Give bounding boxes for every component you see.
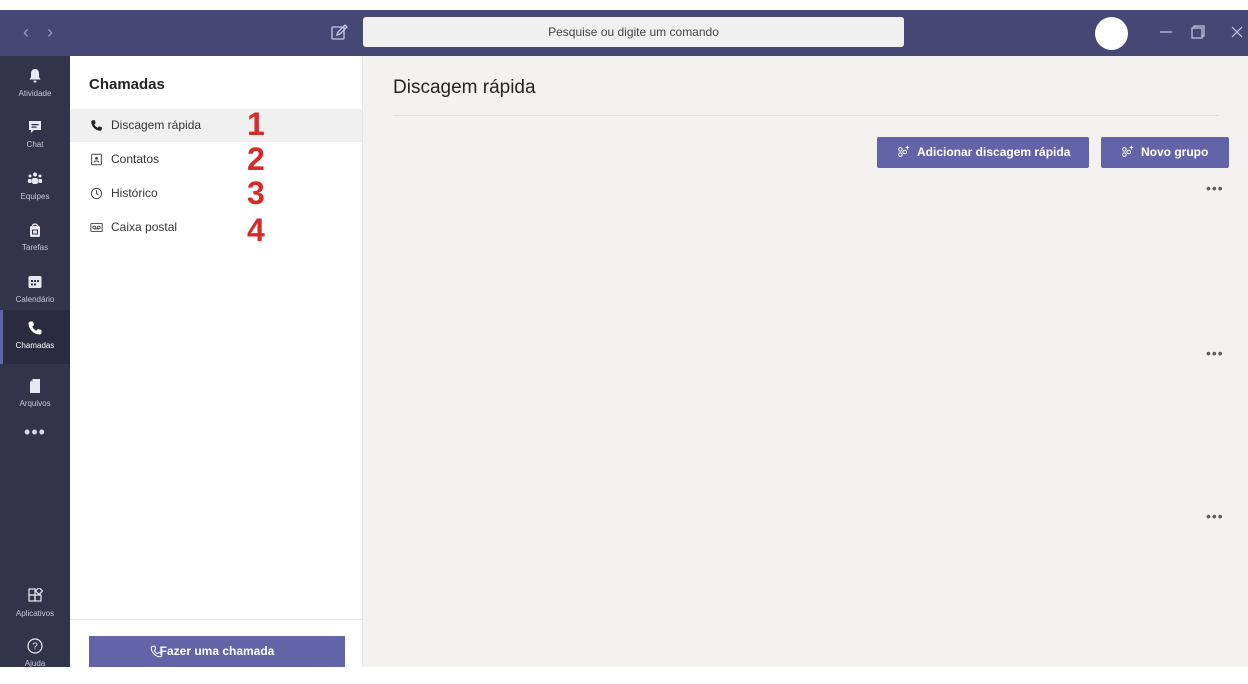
back-arrow-icon[interactable]: ‹ bbox=[18, 22, 34, 42]
calls-panel: Chamadas Discagem rápida Contatos Histór… bbox=[70, 56, 363, 667]
nav-item-contacts[interactable]: Contatos bbox=[70, 143, 362, 176]
add-group-icon bbox=[1122, 145, 1134, 157]
rail-item-files[interactable]: Arquivos bbox=[0, 372, 70, 424]
rail-label: Arquivos bbox=[19, 399, 51, 408]
rail-item-help[interactable]: ? Ajuda bbox=[0, 632, 70, 684]
rail-item-tasks[interactable]: Tarefas bbox=[0, 216, 70, 268]
teams-icon bbox=[27, 172, 43, 184]
rail-label: Aplicativos bbox=[15, 609, 55, 618]
phone-icon bbox=[28, 321, 42, 335]
search-input[interactable]: Pesquise ou digite um comando bbox=[363, 17, 904, 47]
make-call-button[interactable]: Fazer uma chamada bbox=[89, 636, 345, 667]
chat-icon bbox=[29, 121, 41, 133]
add-group-icon bbox=[898, 145, 910, 157]
forward-arrow-icon[interactable]: › bbox=[42, 22, 58, 42]
svg-text:?: ? bbox=[32, 642, 38, 653]
nav-item-speed-dial[interactable]: Discagem rápida bbox=[70, 109, 362, 142]
rail-label: Equipes bbox=[20, 192, 50, 201]
bell-icon bbox=[29, 69, 41, 83]
more-options-icon[interactable]: ••• bbox=[1206, 509, 1228, 523]
minimize-icon[interactable] bbox=[1155, 21, 1177, 43]
title-bar: ‹ › Pesquise ou digite um comando bbox=[0, 10, 1248, 56]
annotation-marker-3: 3 bbox=[247, 175, 265, 211]
more-apps-icon[interactable]: ••• bbox=[20, 423, 50, 446]
compose-icon[interactable] bbox=[330, 24, 348, 42]
make-call-label: Fazer uma chamada bbox=[159, 644, 275, 658]
title-divider bbox=[393, 115, 1219, 116]
help-icon: ? bbox=[27, 638, 43, 654]
nav-item-label: Histórico bbox=[111, 186, 158, 200]
rail-label: Atividade bbox=[18, 89, 52, 98]
more-options-icon[interactable]: ••• bbox=[1206, 346, 1228, 360]
avatar[interactable] bbox=[1095, 17, 1128, 50]
tasks-bag-icon bbox=[30, 223, 40, 237]
annotation-marker-1: 1 bbox=[247, 106, 265, 142]
panel-title: Chamadas bbox=[89, 76, 165, 93]
apps-icon bbox=[28, 588, 43, 602]
rail-label: Tarefas bbox=[21, 243, 49, 252]
nav-item-label: Contatos bbox=[111, 152, 160, 166]
rail-item-apps[interactable]: Aplicativos bbox=[0, 582, 70, 634]
annotation-marker-2: 2 bbox=[247, 141, 265, 177]
more-options-icon[interactable]: ••• bbox=[1206, 181, 1228, 195]
clock-icon bbox=[90, 187, 103, 200]
app-rail: Atividade Chat Equipes Tarefas Calendári… bbox=[0, 56, 70, 668]
rail-label: Chat bbox=[26, 140, 44, 149]
nav-item-history[interactable]: Histórico bbox=[70, 177, 362, 210]
phone-icon bbox=[91, 120, 102, 131]
nav-item-voicemail[interactable]: Caixa postal bbox=[70, 211, 362, 244]
close-icon[interactable] bbox=[1226, 21, 1248, 43]
new-group-button[interactable]: Novo grupo bbox=[1101, 137, 1229, 168]
panel-divider bbox=[70, 619, 362, 620]
add-speed-dial-label: Adicionar discagem rápida bbox=[917, 145, 1071, 159]
main-content: Discagem rápida Adicionar discagem rápid… bbox=[363, 56, 1248, 667]
rail-item-chat[interactable]: Chat bbox=[0, 113, 70, 165]
rail-item-calls[interactable]: Chamadas bbox=[0, 310, 70, 364]
page-title: Discagem rápida bbox=[393, 77, 536, 98]
teams-window: ‹ › Pesquise ou digite um comando Ativid… bbox=[0, 0, 1248, 668]
nav-item-label: Discagem rápida bbox=[111, 118, 202, 132]
phone-outline-icon bbox=[150, 645, 163, 658]
add-speed-dial-button[interactable]: Adicionar discagem rápida bbox=[877, 137, 1089, 168]
voicemail-icon bbox=[90, 222, 103, 233]
top-margin bbox=[0, 0, 1248, 10]
rail-label: Calendário bbox=[15, 295, 55, 304]
restore-icon[interactable] bbox=[1186, 21, 1208, 43]
calendar-icon bbox=[28, 276, 42, 288]
file-icon bbox=[30, 379, 40, 393]
rail-item-teams[interactable]: Equipes bbox=[0, 165, 70, 217]
rail-label: Chamadas bbox=[15, 341, 55, 350]
rail-item-activity[interactable]: Atividade bbox=[0, 62, 70, 114]
new-group-label: Novo grupo bbox=[1141, 145, 1209, 159]
contact-card-icon bbox=[91, 153, 102, 166]
annotation-marker-4: 4 bbox=[247, 212, 265, 248]
nav-item-label: Caixa postal bbox=[111, 220, 178, 234]
